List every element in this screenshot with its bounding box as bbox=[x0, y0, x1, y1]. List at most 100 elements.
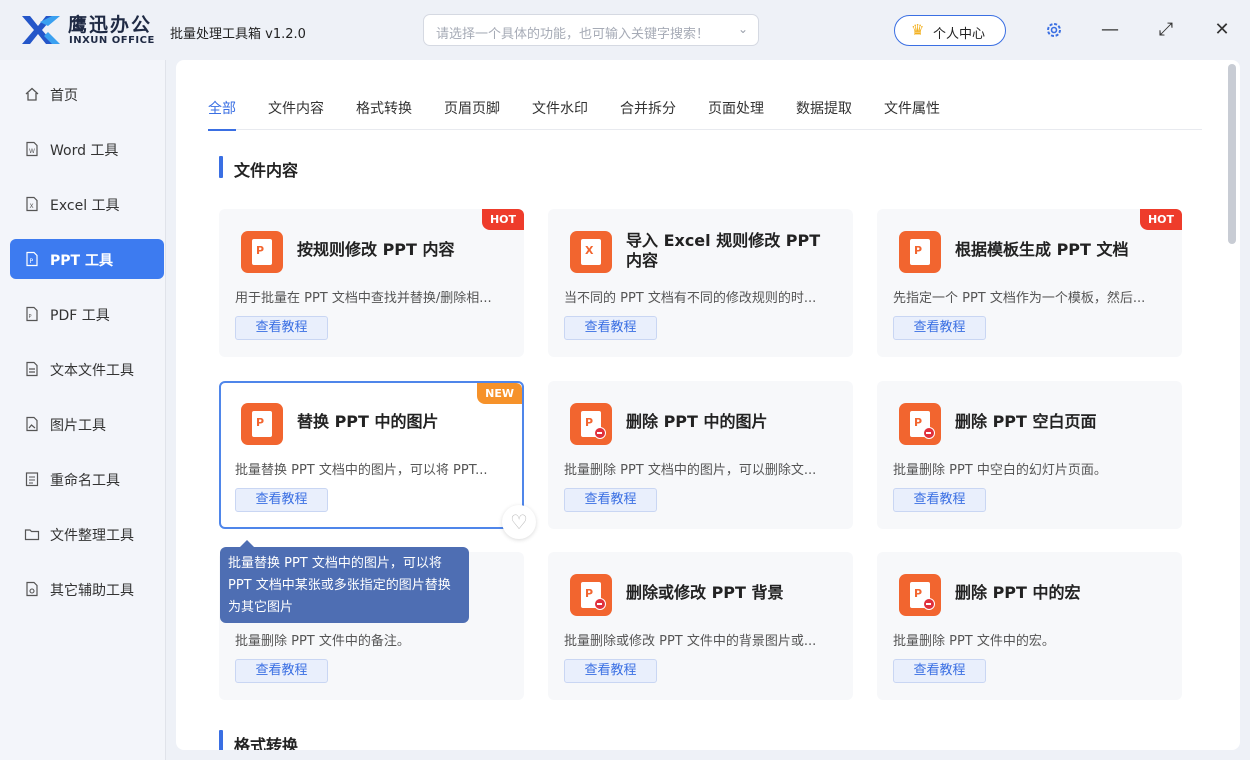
card-title: 删除 PPT 空白页面 bbox=[955, 412, 1097, 431]
ppt-image-delete-icon: P bbox=[570, 403, 612, 445]
view-tutorial-button[interactable]: 查看教程 bbox=[235, 316, 328, 340]
ppt-macro-delete-icon: P bbox=[899, 574, 941, 616]
view-tutorial-button[interactable]: 查看教程 bbox=[235, 488, 328, 512]
section-marker bbox=[219, 156, 223, 178]
sidebar-item-text[interactable]: 文本文件工具 bbox=[10, 349, 164, 389]
ppt-background-icon: P bbox=[570, 574, 612, 616]
app-title: 批量处理工具箱 v1.2.0 bbox=[170, 27, 306, 42]
sidebar-item-label: Word 工具 bbox=[50, 143, 119, 159]
personal-center-button[interactable]: ♛ 个人中心 bbox=[894, 15, 1006, 46]
card-title: 按规则修改 PPT 内容 bbox=[297, 240, 455, 259]
tab-data-extract[interactable]: 数据提取 bbox=[796, 98, 852, 130]
sidebar-item-label: 首页 bbox=[50, 88, 78, 104]
new-badge: NEW bbox=[477, 383, 522, 404]
tab-format-convert[interactable]: 格式转换 bbox=[356, 98, 412, 130]
card-desc: 当不同的 PPT 文档有不同的修改规则的时... bbox=[564, 291, 817, 306]
excel-file-icon: X bbox=[26, 196, 38, 212]
sidebar-item-pdf[interactable]: P PDF 工具 bbox=[10, 294, 164, 334]
ppt-template-icon: P bbox=[899, 231, 941, 273]
tool-card[interactable]: P 按规则修改 PPT 内容 用于批量在 PPT 文档中查找并替换/删除相...… bbox=[219, 209, 524, 357]
view-tutorial-button[interactable]: 查看教程 bbox=[893, 488, 986, 512]
view-tutorial-button[interactable]: 查看教程 bbox=[564, 488, 657, 512]
view-tutorial-button[interactable]: 查看教程 bbox=[235, 659, 328, 683]
text-file-icon bbox=[26, 361, 38, 377]
card-desc: 批量删除 PPT 文档中的图片，可以删除文... bbox=[564, 463, 817, 478]
sidebar-item-other[interactable]: 其它辅助工具 bbox=[10, 569, 164, 609]
tool-card[interactable]: P 根据模板生成 PPT 文档 先指定一个 PPT 文档作为一个模板，然后...… bbox=[877, 209, 1182, 357]
tab-watermark[interactable]: 文件水印 bbox=[532, 98, 588, 130]
sidebar-item-label: PDF 工具 bbox=[50, 308, 110, 324]
gear-icon[interactable] bbox=[1042, 18, 1066, 42]
main-panel: 全部 文件内容 格式转换 页眉页脚 文件水印 合并拆分 页面处理 数据提取 文件… bbox=[176, 60, 1240, 750]
tab-merge-split[interactable]: 合并拆分 bbox=[620, 98, 676, 130]
sidebar-item-image[interactable]: 图片工具 bbox=[10, 404, 164, 444]
svg-text:X: X bbox=[30, 203, 34, 210]
sidebar-item-label: 图片工具 bbox=[50, 418, 106, 434]
tooltip: 批量替换 PPT 文档中的图片，可以将 PPT 文档中某张或多张指定的图片替换为… bbox=[220, 540, 469, 623]
card-title: 导入 Excel 规则修改 PPT 内容 bbox=[626, 231, 821, 270]
tab-file-properties[interactable]: 文件属性 bbox=[884, 98, 940, 130]
minimize-icon[interactable]: — bbox=[1098, 18, 1122, 42]
tool-card[interactable]: P 删除 PPT 中的宏 批量删除 PPT 文件中的宏。 查看教程 bbox=[877, 552, 1182, 700]
card-desc: 用于批量在 PPT 文档中查找并替换/删除相... bbox=[235, 291, 492, 306]
view-tutorial-button[interactable]: 查看教程 bbox=[564, 659, 657, 683]
tab-file-content[interactable]: 文件内容 bbox=[268, 98, 324, 130]
sidebar-item-label: 重命名工具 bbox=[50, 473, 120, 489]
sidebar-item-word[interactable]: W Word 工具 bbox=[10, 129, 164, 169]
ppt-edit-icon: P bbox=[241, 231, 283, 273]
card-title: 删除或修改 PPT 背景 bbox=[626, 583, 784, 602]
tab-header-footer[interactable]: 页眉页脚 bbox=[444, 98, 500, 130]
hot-badge: HOT bbox=[1139, 209, 1182, 230]
sidebar-item-ppt[interactable]: P PPT 工具 bbox=[10, 239, 164, 279]
search-placeholder: 请选择一个具体的功能，也可输入关键字搜索！ bbox=[436, 27, 710, 42]
image-file-icon bbox=[26, 416, 38, 432]
word-file-icon: W bbox=[26, 141, 38, 157]
tab-all[interactable]: 全部 bbox=[208, 98, 236, 131]
card-title: 替换 PPT 中的图片 bbox=[297, 412, 439, 431]
ppt-blank-page-delete-icon: P bbox=[899, 403, 941, 445]
section-marker bbox=[219, 730, 223, 750]
tool-card[interactable]: P 删除或修改 PPT 背景 批量删除或修改 PPT 文件中的背景图片或... … bbox=[548, 552, 853, 700]
scrollbar[interactable] bbox=[1226, 60, 1240, 750]
card-desc: 批量删除 PPT 文件中的宏。 bbox=[893, 634, 1055, 649]
section-title-content: 文件内容 bbox=[234, 161, 299, 180]
brand-name-en: INXUN OFFICE bbox=[69, 35, 155, 46]
sidebar: 首页 W Word 工具 X Excel 工具 P PPT 工具 P PDF 工… bbox=[0, 60, 166, 760]
sidebar-item-excel[interactable]: X Excel 工具 bbox=[10, 184, 164, 224]
sidebar-item-rename[interactable]: 重命名工具 bbox=[10, 459, 164, 499]
tab-page-process[interactable]: 页面处理 bbox=[708, 98, 764, 130]
card-desc: 批量删除或修改 PPT 文件中的背景图片或... bbox=[564, 634, 817, 649]
card-title: 删除 PPT 中的宏 bbox=[955, 583, 1081, 602]
maximize-icon[interactable]: ⤢ bbox=[1154, 18, 1178, 42]
search-input[interactable]: 请选择一个具体的功能，也可输入关键字搜索！ ⌄ bbox=[423, 14, 759, 46]
close-icon[interactable]: ✕ bbox=[1210, 18, 1234, 42]
scrollbar-thumb[interactable] bbox=[1228, 64, 1236, 244]
card-title: 根据模板生成 PPT 文档 bbox=[955, 240, 1129, 259]
tool-card[interactable]: P 删除 PPT 空白页面 批量删除 PPT 中空白的幻灯片页面。 查看教程 bbox=[877, 381, 1182, 529]
hot-badge: HOT bbox=[481, 209, 524, 230]
view-tutorial-button[interactable]: 查看教程 bbox=[893, 316, 986, 340]
ppt-file-icon: P bbox=[26, 251, 38, 267]
pdf-file-icon: P bbox=[26, 306, 38, 322]
personal-center-label: 个人中心 bbox=[933, 27, 986, 42]
brand-name: 鹰迅办公 bbox=[68, 14, 153, 36]
sidebar-item-home[interactable]: 首页 bbox=[10, 74, 164, 114]
heart-icon[interactable]: ♡ bbox=[502, 505, 536, 539]
tools-icon bbox=[26, 581, 38, 597]
tool-card[interactable]: X 导入 Excel 规则修改 PPT 内容 当不同的 PPT 文档有不同的修改… bbox=[548, 209, 853, 357]
sidebar-item-organize[interactable]: 文件整理工具 bbox=[10, 514, 164, 554]
sidebar-item-label: 其它辅助工具 bbox=[50, 583, 134, 599]
card-desc: 先指定一个 PPT 文档作为一个模板，然后... bbox=[893, 291, 1146, 306]
sidebar-item-label: 文件整理工具 bbox=[50, 528, 134, 544]
svg-text:W: W bbox=[29, 148, 35, 155]
sidebar-item-label: PPT 工具 bbox=[50, 253, 113, 269]
folder-icon bbox=[24, 529, 40, 541]
card-desc: 批量删除 PPT 文件中的备注。 bbox=[235, 634, 410, 649]
view-tutorial-button[interactable]: 查看教程 bbox=[893, 659, 986, 683]
tool-card[interactable]: P 删除 PPT 中的图片 批量删除 PPT 文档中的图片，可以删除文... 查… bbox=[548, 381, 853, 529]
chevron-down-icon[interactable]: ⌄ bbox=[738, 22, 748, 36]
inxun-logo bbox=[22, 16, 60, 44]
sidebar-item-label: 文本文件工具 bbox=[50, 363, 134, 379]
view-tutorial-button[interactable]: 查看教程 bbox=[564, 316, 657, 340]
tool-card[interactable]: P 替换 PPT 中的图片 批量替换 PPT 文档中的图片，可以将 PPT...… bbox=[219, 381, 536, 539]
